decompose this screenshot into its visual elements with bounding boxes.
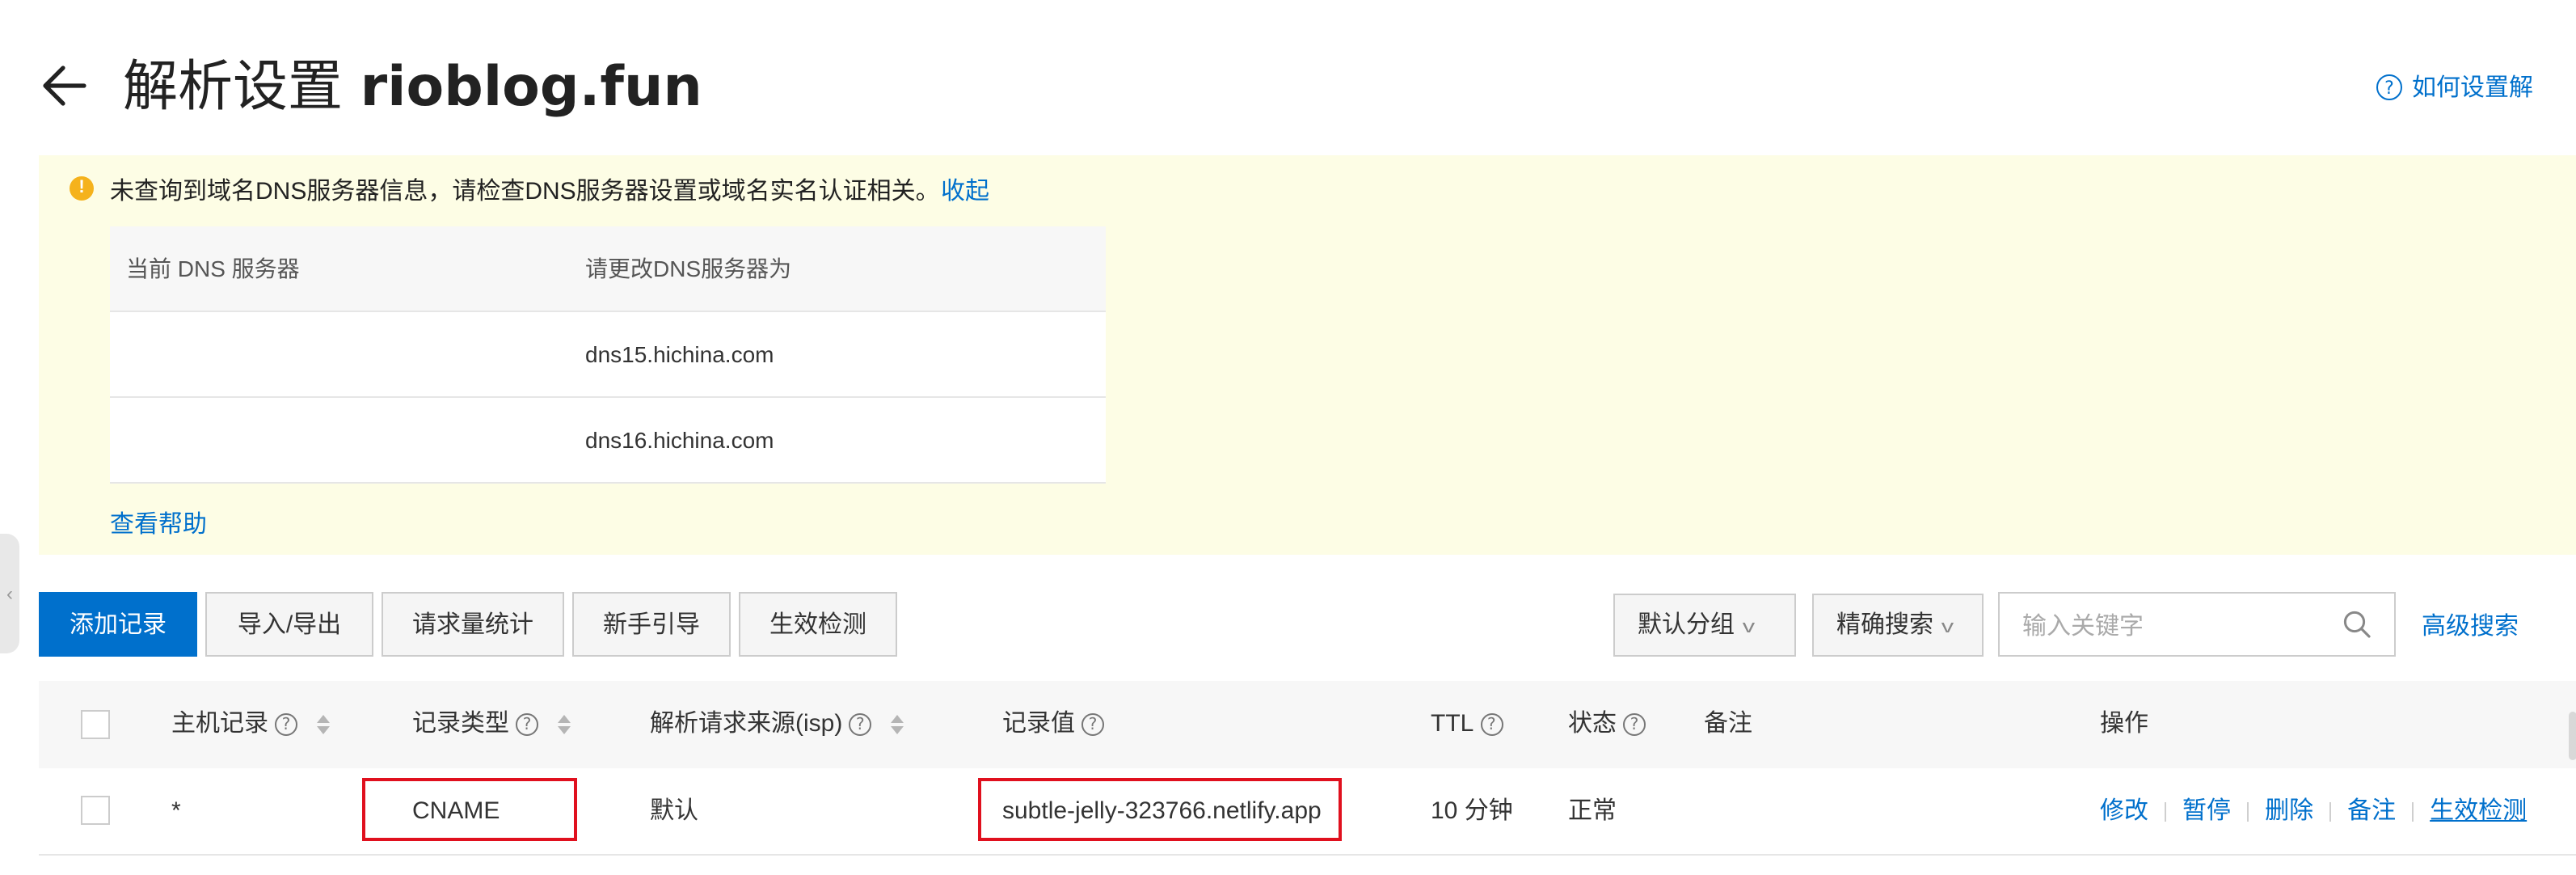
question-icon[interactable]: ? [1623, 713, 1646, 736]
col-type-label: 记录类型 [412, 710, 510, 738]
select-all-checkbox[interactable] [81, 710, 110, 739]
col-status: 状态 ? [1568, 681, 1646, 768]
target-dns-cell: dns15.hichina.com [569, 311, 1106, 398]
value-highlight-box [978, 778, 1342, 841]
col-type: 记录类型 ? [412, 681, 571, 768]
back-arrow-icon[interactable] [39, 60, 91, 112]
sort-icon[interactable] [558, 715, 571, 734]
effect-check-action[interactable]: 生效检测 [2430, 768, 2527, 854]
help-link-label: 如何设置解 [2412, 74, 2534, 102]
edit-action[interactable]: 修改 [2100, 768, 2148, 854]
col-actions: 操作 [2100, 710, 2149, 738]
search-mode-value: 精确搜索 [1836, 611, 1934, 639]
col-value-label: 记录值 [1002, 710, 1076, 738]
keyword-search-box[interactable] [1998, 592, 2396, 658]
current-dns-header: 当前 DNS 服务器 [110, 226, 569, 312]
row-status: 正常 [1568, 797, 1617, 825]
dns-server-table: 当前 DNS 服务器 请更改DNS服务器为 dns15.hichina.com … [110, 226, 1106, 484]
search-icon[interactable] [2342, 610, 2372, 639]
col-host-label: 主机记录 [171, 710, 269, 738]
col-remark: 备注 [1704, 710, 1753, 738]
warning-message: 未查询到域名DNS服务器信息，请检查DNS服务器设置或域名实名认证相关。 [110, 178, 940, 205]
advanced-search-link[interactable]: 高级搜索 [2422, 608, 2519, 642]
effect-check-button[interactable]: 生效检测 [739, 592, 897, 657]
collapse-link[interactable]: 收起 [941, 173, 989, 207]
row-actions: 修改 暂停 删除 备注 生效检测 [2100, 768, 2527, 854]
col-isp: 解析请求来源(isp) ? [650, 681, 904, 768]
group-select-value: 默认分组 [1638, 611, 1735, 639]
help-link[interactable]: ? 如何设置解 [2376, 70, 2533, 104]
dns-warning-panel: ! 未查询到域名DNS服务器信息，请检查DNS服务器设置或域名实名认证相关。 收… [39, 155, 2576, 555]
search-mode-select[interactable]: 精确搜索 v [1812, 594, 1984, 657]
dns-table-row: dns15.hichina.com [110, 311, 1106, 398]
scrollbar-thumb[interactable] [2569, 712, 2576, 760]
row-checkbox[interactable] [81, 796, 110, 825]
sort-icon[interactable] [317, 715, 331, 734]
col-ttl-label: TTL [1431, 710, 1474, 738]
chevron-down-icon: v [1742, 618, 1756, 637]
col-status-label: 状态 [1568, 710, 1617, 738]
advanced-search-label: 高级搜索 [2422, 613, 2519, 640]
row-ttl: 10 分钟 [1431, 797, 1513, 825]
page-title-prefix: 解析设置 [123, 55, 343, 120]
target-dns-header: 请更改DNS服务器为 [569, 226, 1106, 312]
type-highlight-box [362, 778, 577, 841]
col-value: 记录值 ? [1002, 681, 1105, 768]
question-icon[interactable]: ? [1081, 713, 1105, 736]
dns-table-row: dns16.hichina.com [110, 397, 1106, 484]
import-export-button[interactable]: 导入/导出 [205, 592, 373, 657]
question-icon[interactable]: ? [516, 713, 539, 736]
sort-icon[interactable] [891, 715, 904, 734]
warning-icon: ! [70, 176, 94, 201]
current-dns-cell [110, 311, 569, 398]
question-icon[interactable]: ? [849, 713, 872, 736]
view-help-link[interactable]: 查看帮助 [110, 506, 207, 540]
col-host: 主机记录 ? [171, 681, 331, 768]
col-ttl: TTL ? [1431, 681, 1503, 768]
divider [2412, 801, 2414, 821]
remark-action[interactable]: 备注 [2347, 768, 2396, 854]
side-collapse-tab[interactable]: ‹ [0, 534, 19, 653]
current-dns-cell [110, 397, 569, 484]
col-isp-label: 解析请求来源(isp) [650, 710, 843, 738]
question-icon: ? [2376, 74, 2402, 99]
row-isp: 默认 [650, 797, 699, 825]
group-select[interactable]: 默认分组 v [1613, 594, 1796, 657]
dns-table-header: 当前 DNS 服务器 请更改DNS服务器为 [110, 226, 1106, 312]
row-host: * [171, 797, 181, 825]
page-title: 解析设置 rioblog.fun [123, 49, 702, 126]
records-table-header: 主机记录 ? 记录类型 ? 解析请求来源(isp) ? 记录值 ? TTL ? … [39, 681, 2576, 770]
beginner-guide-button[interactable]: 新手引导 [572, 592, 731, 657]
chevron-down-icon: v [1941, 618, 1954, 637]
pause-action[interactable]: 暂停 [2182, 768, 2231, 854]
page-title-domain: rioblog.fun [360, 55, 702, 120]
divider [2165, 801, 2167, 821]
question-icon[interactable]: ? [275, 713, 298, 736]
request-stats-button[interactable]: 请求量统计 [382, 592, 564, 657]
question-icon[interactable]: ? [1480, 713, 1503, 736]
keyword-search-input[interactable] [2000, 594, 2349, 658]
divider [2329, 801, 2332, 821]
add-record-button[interactable]: 添加记录 [39, 592, 197, 657]
delete-action[interactable]: 删除 [2265, 768, 2313, 854]
target-dns-cell: dns16.hichina.com [569, 397, 1106, 484]
divider [2247, 801, 2249, 821]
